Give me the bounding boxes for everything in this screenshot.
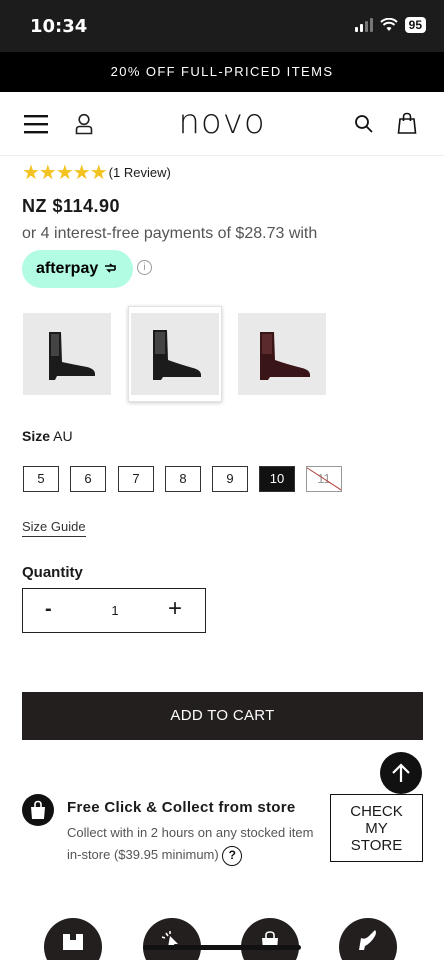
quantity-increase-button[interactable]: + [168,595,182,623]
rating-stars: ★★★★★ [22,162,108,184]
boot-image [238,313,326,395]
review-count[interactable]: (1 Review) [109,165,171,180]
promo-banner[interactable]: 20% OFF FULL-PRICED ITEMS [0,52,444,92]
click-collect-title: Free Click & Collect from store [67,799,296,816]
signal-icon [354,18,373,32]
check-my-store-button[interactable]: CHECK MY STORE [330,794,423,862]
boot-icon [153,330,201,380]
boot-icon [260,332,310,380]
size-option-5[interactable]: 5 [23,466,59,492]
size-option-7[interactable]: 7 [118,466,154,492]
site-header: novo [0,92,444,156]
size-option-11[interactable]: 11 [306,466,342,492]
quantity-value[interactable]: 1 [108,603,122,618]
boot-image [131,313,219,395]
product-thumbnail-3[interactable] [235,306,329,402]
click-collect-description: Collect with in 2 hours on any stocked i… [67,822,317,866]
shopping-bag-icon[interactable] [241,918,299,960]
status-icons: 95 [354,17,426,33]
delivery-icon[interactable] [44,918,102,960]
battery-icon: 95 [404,17,426,33]
help-icon[interactable]: ? [222,845,243,866]
click-cursor-icon[interactable] [143,918,201,960]
size-guide-link[interactable]: Size Guide [22,519,86,537]
high-heel-icon[interactable] [339,918,397,960]
boot-image [23,313,111,395]
product-rating[interactable]: ★★★★★ (1 Review) [22,160,171,185]
product-thumbnail-1[interactable] [20,306,114,402]
installments-text: or 4 interest-free payments of $28.73 wi… [22,225,318,242]
search-icon[interactable] [354,114,374,134]
status-time: 10:34 [30,16,88,37]
size-option-6[interactable]: 6 [70,466,106,492]
size-option-9[interactable]: 9 [212,466,248,492]
afterpay-label: afterpay [36,260,99,277]
size-option-8[interactable]: 8 [165,466,201,492]
info-icon[interactable]: i [137,260,152,275]
quantity-stepper: - 1 + [22,588,206,633]
quantity-decrease-button[interactable]: - [45,598,52,621]
boot-icon [49,332,95,380]
quantity-label: Quantity [22,564,83,581]
home-indicator [143,945,301,950]
arrow-up-icon [392,763,410,782]
afterpay-badge[interactable]: afterpay [22,250,133,288]
afterpay-arrows-icon [104,263,116,273]
scroll-top-button[interactable] [380,752,422,794]
product-price: NZ $114.90 [22,196,121,216]
novo-logo[interactable]: novo [0,102,444,142]
size-option-10[interactable]: 10 [259,466,295,492]
shopping-bag-icon [22,794,54,826]
size-label: Size AU [22,428,73,444]
product-thumbnail-2[interactable] [128,306,222,402]
wifi-icon [379,18,398,31]
bag-icon[interactable] [397,112,417,134]
add-to-cart-button[interactable]: ADD TO CART [22,692,423,740]
status-bar: 10:34 95 [0,0,444,52]
